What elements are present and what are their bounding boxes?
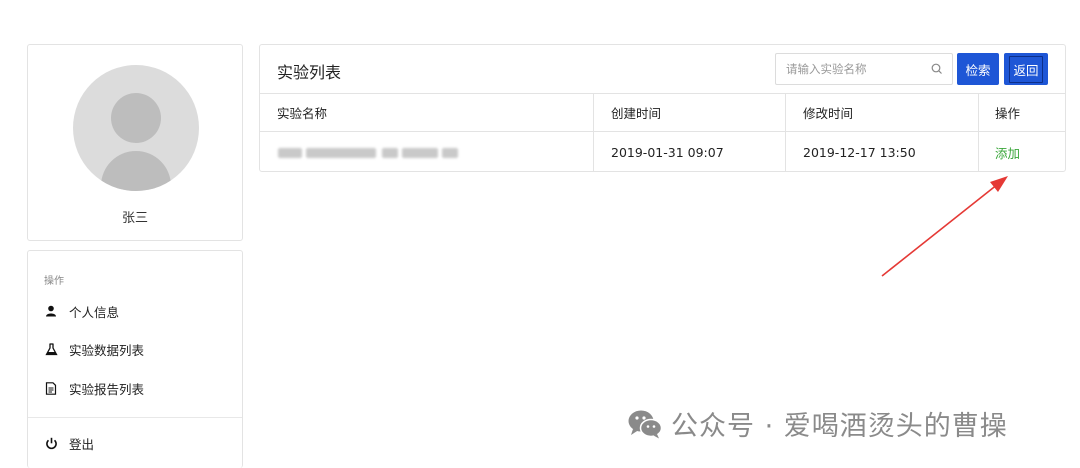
document-icon <box>44 381 58 395</box>
menu-divider <box>28 417 242 418</box>
annotation-arrow <box>881 176 1008 277</box>
panel-header: 实验列表 检索 返回 <box>260 45 1065 94</box>
add-link[interactable]: 添加 <box>995 133 1020 172</box>
modified-time: 2019-12-17 13:50 <box>803 145 916 160</box>
table-header-row: 实验名称 创建时间 修改时间 操作 <box>260 94 1065 132</box>
created-time: 2019-01-31 09:07 <box>611 145 724 160</box>
flask-icon <box>44 342 58 356</box>
sidebar-item-experiment-data[interactable]: 实验数据列表 <box>44 338 144 360</box>
sidebar-item-label: 个人信息 <box>69 304 120 320</box>
search-input[interactable] <box>776 54 926 84</box>
experiment-name-redacted <box>278 148 468 158</box>
avatar <box>73 65 199 191</box>
add-link-label[interactable]: 添加 <box>995 143 1020 162</box>
logout-label: 登出 <box>69 436 95 452</box>
watermark: 公众号 · 爱喝酒烫头的曹操 <box>627 404 1008 443</box>
watermark-text: 公众号 · 爱喝酒烫头的曹操 <box>671 411 1008 442</box>
username: 张三 <box>121 211 148 226</box>
sidebar-menu: 操作 个人信息 实验数据列表 实验报告列表 登出 <box>27 250 243 468</box>
column-divider <box>593 94 594 172</box>
wechat-icon <box>627 409 663 439</box>
sidebar-item-label: 实验数据列表 <box>69 342 145 358</box>
column-header-name: 实验名称 <box>277 106 328 121</box>
person-icon <box>44 304 58 318</box>
search-icon[interactable] <box>930 62 944 76</box>
column-divider <box>978 94 979 172</box>
sidebar-item-experiment-reports[interactable]: 实验报告列表 <box>44 377 144 399</box>
sidebar-item-label: 实验报告列表 <box>69 381 145 397</box>
logout-button[interactable]: 登出 <box>44 432 94 454</box>
search-button[interactable]: 检索 <box>957 53 999 85</box>
back-button-label: 返回 <box>1009 55 1043 83</box>
column-header-modified: 修改时间 <box>803 106 854 121</box>
power-icon <box>44 436 58 450</box>
profile-card: 张三 <box>27 44 243 241</box>
page-title: 实验列表 <box>277 63 342 82</box>
back-button[interactable]: 返回 <box>1004 53 1048 85</box>
column-header-action: 操作 <box>995 106 1021 121</box>
column-divider <box>785 94 786 172</box>
avatar-body <box>101 151 171 191</box>
menu-section-label: 操作 <box>44 276 64 287</box>
column-header-created: 创建时间 <box>611 106 662 121</box>
search-box <box>775 53 953 85</box>
table-row: 2019-01-31 09:07 2019-12-17 13:50 添加 <box>260 133 1065 172</box>
avatar-head <box>111 93 161 143</box>
sidebar-item-profile-info[interactable]: 个人信息 <box>44 300 119 322</box>
experiment-list-panel: 实验列表 检索 返回 实验名称 创建时间 修改时间 操作 2019-01-31 … <box>259 44 1066 172</box>
